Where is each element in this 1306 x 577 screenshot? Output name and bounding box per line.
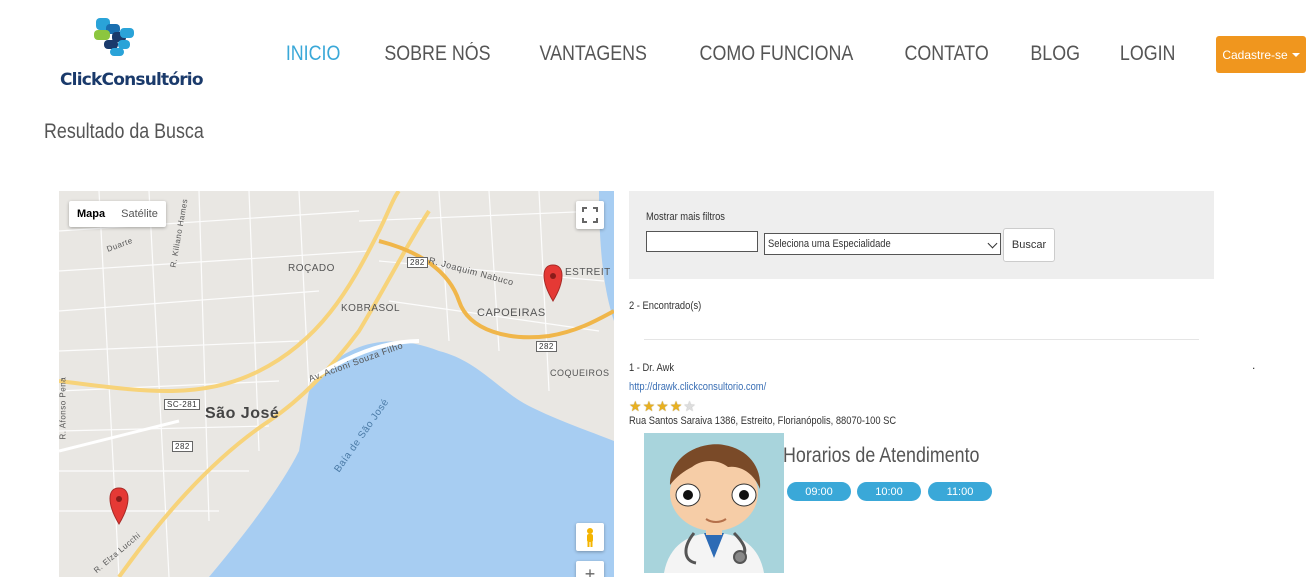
hours-title: Horarios de Atendimento <box>783 444 980 467</box>
results-divider <box>644 339 1199 340</box>
nav-como-funciona[interactable]: COMO FUNCIONA <box>687 40 866 68</box>
map-shield-282-b: 282 <box>536 341 557 352</box>
page-title: Resultado da Busca <box>44 120 204 143</box>
filters-panel: Mostrar mais filtros Seleciona uma Espec… <box>629 191 1214 279</box>
map-view[interactable]: ROÇADO KOBRASOL CAPOEIRAS ESTREIT COQUEI… <box>59 191 614 577</box>
result-rating: ★ ★ ★ ★ ★ <box>629 399 696 413</box>
map-type-control: Mapa Satélite <box>69 201 166 227</box>
main-nav: INICIO SOBRE NÓS VANTAGENS COMO FUNCIONA… <box>266 40 1195 68</box>
street-view-pegman-button[interactable] <box>576 523 604 551</box>
chevron-down-icon <box>987 238 998 249</box>
map-label-coqueiros: COQUEIROS <box>550 368 610 378</box>
fullscreen-button[interactable] <box>576 201 604 229</box>
pegman-icon <box>587 528 593 547</box>
map-shield-282-c: 282 <box>172 441 193 452</box>
cadastre-se-label: Cadastre-se <box>1222 47 1288 62</box>
search-button[interactable]: Buscar <box>1003 228 1055 262</box>
zoom-in-button[interactable]: + <box>576 561 604 577</box>
plus-icon: + <box>584 564 596 577</box>
star-icon-filled: ★ <box>642 398 656 414</box>
star-icon-filled: ★ <box>629 398 642 414</box>
time-slot-1000[interactable]: 10:00 <box>857 482 921 501</box>
map-shield-sc281: SC-281 <box>164 399 201 410</box>
nav-blog[interactable]: BLOG <box>1018 40 1093 68</box>
star-icon-empty: ★ <box>683 398 696 414</box>
result-name[interactable]: 1 - Dr. Awk <box>629 362 674 374</box>
time-slot-1100[interactable]: 11:00 <box>928 482 992 501</box>
time-slot-0900[interactable]: 09:00 <box>787 482 851 501</box>
brand-name[interactable]: ClickConsultório <box>60 70 204 90</box>
nav-contato[interactable]: CONTATO <box>892 40 1002 68</box>
map-label-rocado: ROÇADO <box>288 263 335 274</box>
fullscreen-icon <box>582 207 598 223</box>
result-url-link[interactable]: http://drawk.clickconsultorio.com/ <box>629 381 766 393</box>
map-label-r-afonso: R. Afonso Pena <box>59 376 68 440</box>
stray-dot: . <box>1252 358 1256 372</box>
caret-down-icon <box>1291 52 1300 57</box>
map-label-sao-jose: São José <box>205 405 280 422</box>
more-filters-link[interactable]: Mostrar mais filtros <box>646 211 725 223</box>
map-label-capoeiras: CAPOEIRAS <box>477 307 546 319</box>
nav-vantagens[interactable]: VANTAGENS <box>527 40 660 68</box>
map-canvas <box>59 191 614 577</box>
nav-inicio[interactable]: INICIO <box>273 40 353 68</box>
map-shield-282-a: 282 <box>407 257 428 268</box>
cadastre-se-button[interactable]: Cadastre-se <box>1216 36 1306 73</box>
map-type-mapa[interactable]: Mapa <box>69 201 113 227</box>
result-address: Rua Santos Saraiva 1386, Estreito, Flori… <box>629 415 897 427</box>
doctor-avatar <box>644 433 784 573</box>
nav-login[interactable]: LOGIN <box>1107 40 1188 68</box>
search-text-input[interactable] <box>646 231 758 252</box>
star-icon-filled: ★ <box>669 398 683 414</box>
star-icon-filled: ★ <box>656 398 669 414</box>
nav-sobre-nos[interactable]: SOBRE NÓS <box>372 40 504 68</box>
specialty-select-value: Seleciona uma Especialidade <box>768 238 891 250</box>
map-label-kobrasol: KOBRASOL <box>341 303 401 314</box>
specialty-select[interactable]: Seleciona uma Especialidade <box>764 233 1001 255</box>
map-label-estreito: ESTREIT <box>565 267 611 278</box>
results-count: 2 - Encontrado(s) <box>629 300 702 312</box>
map-type-satelite[interactable]: Satélite <box>113 201 166 227</box>
